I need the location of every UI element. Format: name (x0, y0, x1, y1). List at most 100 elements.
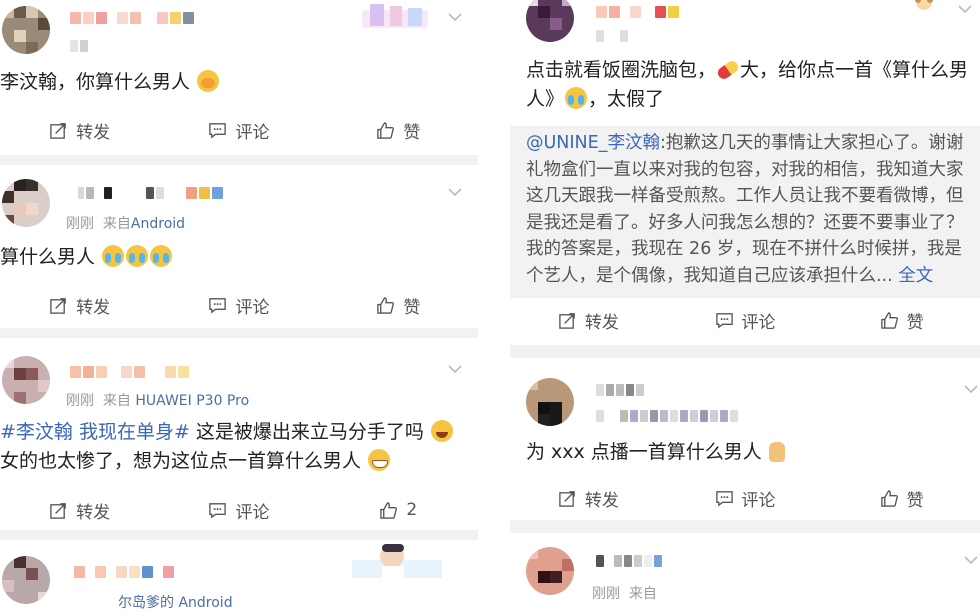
avatar[interactable] (526, 0, 574, 42)
weibo-comment: 李汶翰，你算什么男人 转发 评论 赞 (0, 0, 478, 155)
card-decoration-image (902, 0, 952, 16)
repost-label: 转发 (76, 502, 111, 523)
reposted-weibo-card[interactable]: @UNINE_李汶翰:抱歉这几天的事情让大家担心了。谢谢 礼物盒们一直以来对我的… (510, 126, 980, 298)
thumbs-up-icon (380, 501, 398, 519)
username-mosaic[interactable] (70, 12, 194, 26)
repost-label: 转发 (584, 490, 619, 511)
comment-icon (715, 490, 733, 506)
repost-label: 转发 (76, 122, 111, 143)
pill-emoji-icon (715, 58, 741, 82)
comment-icon (715, 312, 733, 328)
crying-emoji-icon (565, 87, 588, 109)
right-feed-column: 点击就看饭圈洗脑包， 大，给你点一首《算什么男 人》 ，太假了 @UNINE_李汶翰… (510, 0, 980, 613)
source-link[interactable]: 尔岛爹的 Android (118, 595, 233, 611)
like-label: 赞 (403, 122, 421, 143)
username-mosaic[interactable] (596, 384, 644, 398)
avatar[interactable] (526, 378, 574, 426)
comment-button[interactable]: 评论 (159, 118, 318, 143)
comment-icon (209, 502, 227, 518)
repost-button[interactable]: 转发 (0, 118, 159, 143)
like-button[interactable]: 赞 (823, 308, 980, 333)
username-mosaic[interactable] (78, 187, 223, 201)
like-button[interactable]: 赞 (319, 118, 478, 143)
weibo-comment: 刚刚 来自 HUAWEI P30 Pro #李汶翰 我现在单身# 这是被爆出来立… (0, 338, 478, 530)
grinning-emoji-icon (368, 449, 391, 471)
action-bar: 转发 评论 赞 (510, 476, 980, 520)
thumbs-up-icon (377, 121, 395, 139)
comment-button[interactable]: 评论 (667, 308, 824, 333)
crying-emoji-icon (102, 245, 125, 267)
weibo-comment: 刚刚 来自 (510, 533, 980, 613)
weibo-comment: 刚刚 来自Android 算什么男人 转发 评论 赞 (0, 165, 478, 328)
like-label: 赞 (906, 490, 924, 511)
crying-emoji-icon (150, 245, 173, 267)
username-mosaic[interactable] (70, 366, 189, 380)
like-label: 赞 (403, 297, 421, 318)
comment-label: 评论 (741, 312, 776, 333)
left-feed-column: 李汶翰，你算什么男人 转发 评论 赞 刚刚 来自Android 算什么男人 转发… (0, 0, 478, 613)
action-bar: 转发 评论 赞 (0, 283, 478, 327)
like-button[interactable]: 2 (319, 500, 478, 520)
chevron-down-icon[interactable] (446, 8, 464, 26)
source-link[interactable]: HUAWEI P30 Pro (135, 393, 249, 409)
chevron-down-icon[interactable] (446, 360, 464, 378)
meta-mosaic (596, 410, 738, 424)
weibo-comment: 为 xxx 点播一首算什么男人 转发 评论 赞 (510, 358, 980, 520)
meta-mosaic (70, 40, 88, 54)
action-bar: 转发 评论 2 (0, 488, 478, 532)
like-button[interactable]: 赞 (823, 486, 980, 511)
topic-hashtag-link[interactable]: #李汶翰 我现在单身# (0, 421, 190, 443)
comment-button[interactable]: 评论 (159, 498, 318, 523)
repost-icon (559, 312, 575, 329)
chevron-down-icon[interactable] (962, 380, 980, 398)
avatar[interactable] (2, 556, 50, 604)
comment-icon (209, 297, 227, 313)
avatar[interactable] (2, 356, 50, 404)
comment-label: 评论 (235, 122, 270, 143)
laughing-emoji-icon (430, 420, 453, 442)
source-link[interactable]: Android (131, 216, 185, 232)
repost-button[interactable]: 转发 (0, 498, 159, 523)
repost-label: 转发 (76, 297, 111, 318)
avatar[interactable] (526, 547, 574, 595)
mention-link[interactable]: @UNINE_李汶翰 (526, 133, 660, 153)
chevron-down-icon[interactable] (956, 0, 974, 18)
meta-mosaic (596, 30, 628, 44)
thumbs-up-icon (880, 311, 898, 329)
username-mosaic[interactable] (74, 566, 174, 580)
avatar[interactable] (2, 179, 50, 227)
repost-button[interactable]: 转发 (510, 486, 667, 511)
comment-label: 评论 (741, 490, 776, 511)
comment-button[interactable]: 评论 (667, 486, 824, 511)
crying-emoji-icon (126, 245, 149, 267)
avatar[interactable] (2, 6, 50, 54)
repost-button[interactable]: 转发 (510, 308, 667, 333)
post-meta: 刚刚 来自Android (66, 216, 186, 232)
card-decoration-image (352, 540, 442, 580)
repost-button[interactable]: 转发 (0, 293, 159, 318)
thumbs-up-emoji-icon (768, 442, 785, 462)
action-bar: 转发 评论 赞 (510, 298, 980, 342)
chevron-down-icon[interactable] (446, 183, 464, 201)
post-meta: 尔岛爹的 Android (118, 592, 233, 612)
shy-emoji-icon (197, 70, 220, 92)
like-label: 赞 (906, 312, 924, 333)
chevron-down-icon[interactable] (962, 551, 980, 569)
comment-text: 点击就看饭圈洗脑包， 大，给你点一首《算什么男 人》 ，太假了 (526, 58, 969, 110)
username-mosaic[interactable] (596, 555, 662, 569)
action-bar: 转发 评论 赞 (0, 108, 478, 152)
comment-text: 算什么男人 (0, 243, 173, 272)
repost-label: 转发 (584, 312, 619, 333)
comment-icon (209, 122, 227, 138)
repost-icon (50, 297, 66, 314)
full-text-link[interactable]: 全文 (898, 266, 933, 286)
comment-label: 评论 (235, 502, 270, 523)
username-mosaic[interactable] (596, 6, 679, 20)
thumbs-up-icon (880, 489, 898, 507)
like-button[interactable]: 赞 (319, 293, 478, 318)
comment-label: 评论 (235, 297, 270, 318)
comment-text: 李汶翰，你算什么男人 (0, 68, 220, 97)
comment-button[interactable]: 评论 (159, 293, 318, 318)
thumbs-up-icon (377, 296, 395, 314)
card-decoration-image (360, 2, 430, 30)
